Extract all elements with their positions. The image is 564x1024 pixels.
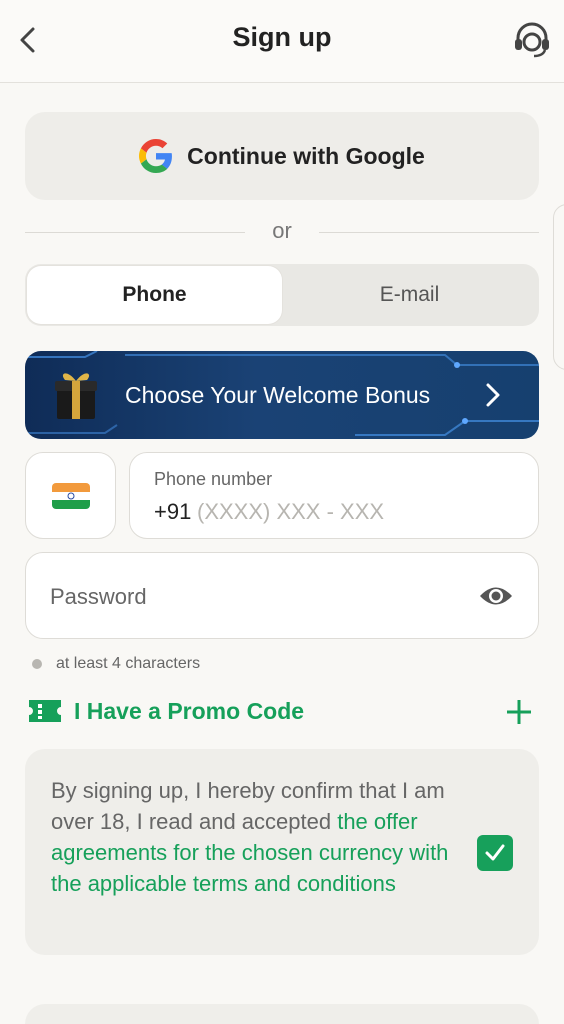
or-divider: or — [25, 214, 539, 250]
tab-phone[interactable]: Phone — [27, 266, 282, 324]
country-code-selector[interactable] — [25, 452, 116, 539]
or-text: or — [272, 218, 292, 243]
signup-method-tabs: Phone E-mail — [25, 264, 539, 326]
terms-checkbox[interactable] — [477, 835, 513, 871]
promo-code-toggle[interactable]: I Have a Promo Code — [25, 694, 539, 730]
chevron-right-icon — [486, 383, 500, 407]
terms-consent-card: By signing up, I hereby confirm that I a… — [25, 749, 539, 955]
password-placeholder: Password — [50, 584, 147, 609]
eye-icon[interactable] — [478, 583, 514, 609]
password-hint-text: at least 4 characters — [56, 655, 201, 672]
phone-prefix: +91 — [154, 499, 192, 524]
india-flag-icon — [52, 483, 90, 509]
divider-line — [319, 232, 539, 233]
bottom-card — [25, 1004, 539, 1024]
password-field[interactable]: Password — [25, 552, 539, 639]
plus-icon[interactable] — [505, 698, 533, 726]
headset-support-icon — [515, 22, 549, 58]
ticket-icon — [29, 700, 61, 722]
tab-email[interactable]: E-mail — [282, 266, 537, 324]
header: Sign up — [0, 0, 564, 83]
google-g-icon — [139, 139, 173, 173]
welcome-bonus-banner[interactable]: Choose Your Welcome Bonus — [25, 351, 539, 439]
gift-box-icon — [55, 373, 97, 419]
checkmark-icon — [485, 844, 505, 861]
terms-consent-text: By signing up, I hereby confirm that I a… — [51, 775, 461, 899]
phone-number-label: Phone number — [154, 469, 273, 489]
continue-with-google-button[interactable]: Continue with Google — [25, 112, 539, 200]
welcome-bonus-label: Choose Your Welcome Bonus — [125, 382, 431, 408]
support-button[interactable] — [512, 20, 552, 60]
side-panel-edge[interactable] — [553, 204, 564, 370]
phone-number-field[interactable]: Phone number +91 (XXXX) XXX - XXX — [129, 452, 539, 539]
phone-number-placeholder: (XXXX) XXX - XXX — [197, 499, 385, 524]
google-button-label: Continue with Google — [187, 142, 425, 169]
promo-code-label: I Have a Promo Code — [74, 698, 305, 724]
page-title: Sign up — [232, 22, 332, 52]
hint-bullet — [32, 659, 42, 669]
